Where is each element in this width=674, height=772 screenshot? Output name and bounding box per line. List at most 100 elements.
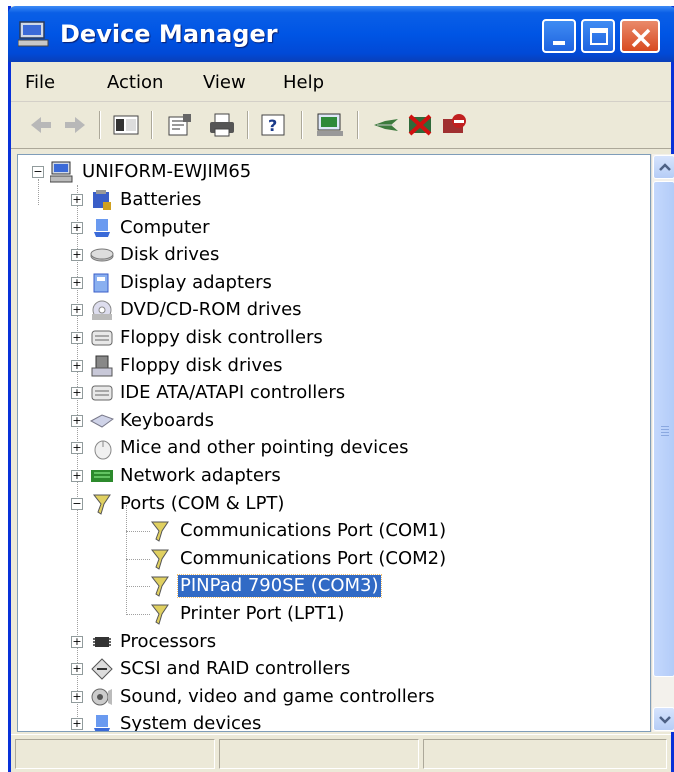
scroll-up-button[interactable] bbox=[653, 155, 674, 179]
print-icon[interactable] bbox=[207, 111, 237, 139]
scroll-thumb[interactable] bbox=[653, 181, 674, 677]
help-icon[interactable]: ? bbox=[259, 111, 289, 139]
status-pane bbox=[423, 739, 667, 769]
maximize-button[interactable] bbox=[581, 19, 615, 53]
network-adapter-icon bbox=[90, 464, 114, 488]
sound-icon bbox=[90, 685, 114, 709]
expand-toggle[interactable]: + bbox=[71, 718, 83, 731]
close-button[interactable] bbox=[620, 19, 660, 53]
tree-category-label: DVD/CD-ROM drives bbox=[120, 299, 302, 321]
computer-icon bbox=[49, 160, 74, 184]
system-device-icon bbox=[90, 712, 114, 731]
svg-text:?: ? bbox=[268, 116, 277, 135]
scan-hardware-icon[interactable] bbox=[315, 111, 345, 139]
update-driver-icon[interactable] bbox=[371, 111, 401, 139]
scroll-down-button[interactable] bbox=[653, 707, 674, 731]
tree-category-item[interactable]: + Network adapters bbox=[18, 463, 638, 489]
expand-toggle[interactable]: + bbox=[71, 249, 83, 262]
tree-port-item[interactable]: Printer Port (LPT1) bbox=[18, 601, 638, 627]
expand-toggle[interactable]: + bbox=[71, 221, 83, 234]
tree-root[interactable]: − UNIFORM-EWJIM65 bbox=[18, 159, 618, 185]
keyboard-icon bbox=[89, 409, 115, 433]
tree-port-item[interactable]: Communications Port (COM2) bbox=[18, 546, 638, 572]
expand-toggle[interactable]: + bbox=[71, 635, 83, 648]
disable-icon[interactable] bbox=[439, 111, 469, 139]
tree-category-item[interactable]: + System devices bbox=[18, 711, 638, 731]
menu-file[interactable]: File bbox=[25, 72, 55, 93]
tree-category-label: Mice and other pointing devices bbox=[120, 437, 409, 459]
expand-toggle[interactable]: + bbox=[71, 276, 83, 289]
tree-category-item[interactable]: + Batteries bbox=[18, 187, 638, 213]
selected-port-label: PINPad 790SE (COM3) bbox=[177, 574, 382, 599]
toolbar-separator bbox=[151, 111, 153, 139]
expand-toggle[interactable]: + bbox=[71, 690, 83, 703]
tree-category-item[interactable]: + Floppy disk controllers bbox=[18, 325, 638, 351]
tree-port-item[interactable]: Communications Port (COM1) bbox=[18, 518, 638, 544]
expand-toggle[interactable]: + bbox=[71, 359, 83, 372]
menu-view[interactable]: View bbox=[203, 72, 246, 93]
tree-port-label: Communications Port (COM1) bbox=[180, 520, 447, 542]
tree-category-label: Network adapters bbox=[120, 465, 281, 486]
tree-category-item[interactable]: + DVD/CD-ROM drives bbox=[18, 297, 638, 323]
tree-category-item[interactable]: + Sound, video and game controllers bbox=[18, 684, 638, 710]
computer-icon bbox=[90, 216, 114, 240]
vertical-scrollbar[interactable] bbox=[651, 154, 674, 732]
tree-category-label: SCSI and RAID controllers bbox=[120, 658, 351, 680]
tree-connector bbox=[126, 614, 150, 615]
tree-category-item[interactable]: + Mice and other pointing devices bbox=[18, 435, 638, 461]
controller-icon bbox=[90, 326, 114, 350]
tree-connector bbox=[126, 586, 150, 588]
expand-toggle[interactable]: + bbox=[71, 442, 83, 455]
title-bar[interactable]: Device Manager bbox=[8, 6, 674, 62]
tree-port-label: Communications Port (COM2) bbox=[180, 547, 447, 569]
tree-category-label: Computer bbox=[120, 216, 210, 238]
expand-toggle[interactable]: + bbox=[71, 387, 83, 400]
tree-category-label: Ports (COM & LPT) bbox=[120, 492, 285, 514]
tree-category-label: Display adapters bbox=[120, 271, 272, 293]
menu-bar: File Action View Help bbox=[11, 62, 671, 102]
expand-toggle[interactable]: + bbox=[71, 194, 83, 206]
tree-category-item[interactable]: + Processors bbox=[18, 629, 638, 655]
tree-port-item[interactable]: PINPad 790SE (COM3) bbox=[18, 573, 638, 599]
port-icon bbox=[148, 519, 172, 543]
show-hide-console-tree-icon[interactable] bbox=[111, 111, 141, 139]
expand-toggle[interactable]: + bbox=[71, 663, 83, 676]
tree-category-item[interactable]: + Floppy disk drives bbox=[18, 353, 638, 379]
device-manager-window: Device Manager File Action View Help ? −… bbox=[8, 6, 674, 772]
tree-category-label: Floppy disk drives bbox=[120, 354, 283, 376]
device-manager-icon bbox=[17, 20, 52, 48]
tree-category-label: Keyboards bbox=[120, 409, 214, 431]
port-icon bbox=[148, 547, 172, 571]
properties-icon[interactable] bbox=[165, 111, 195, 139]
expand-toggle[interactable]: + bbox=[71, 470, 83, 482]
port-icon bbox=[148, 574, 172, 598]
tree-category-item[interactable]: + Keyboards bbox=[18, 408, 638, 434]
mouse-icon bbox=[90, 436, 114, 460]
forward-arrow-icon[interactable] bbox=[61, 111, 91, 139]
tree-category-item[interactable]: + Disk drives bbox=[18, 242, 638, 268]
tree-category-label: IDE ATA/ATAPI controllers bbox=[120, 382, 346, 404]
status-pane bbox=[219, 739, 419, 769]
tree-category-item[interactable]: + IDE ATA/ATAPI controllers bbox=[18, 380, 638, 406]
tree-category-label: Batteries bbox=[120, 189, 202, 210]
collapse-toggle[interactable]: − bbox=[71, 497, 83, 510]
back-arrow-icon[interactable] bbox=[25, 111, 55, 139]
device-tree[interactable]: − UNIFORM-EWJIM65 + Batteries + Computer + Di… bbox=[17, 154, 651, 732]
tree-port-label: Printer Port (LPT1) bbox=[180, 603, 345, 624]
tree-category-item[interactable]: + SCSI and RAID controllers bbox=[18, 656, 638, 682]
minimize-button[interactable] bbox=[542, 19, 576, 53]
expand-toggle[interactable]: + bbox=[71, 414, 83, 427]
tree-category-item[interactable]: + Computer bbox=[18, 215, 638, 241]
tree-category-item[interactable]: − Ports (COM & LPT) bbox=[18, 491, 638, 517]
collapse-toggle[interactable]: − bbox=[32, 166, 44, 178]
tree-category-item[interactable]: + Display adapters bbox=[18, 270, 638, 296]
tree-category-label: Disk drives bbox=[120, 244, 220, 266]
expand-toggle[interactable]: + bbox=[71, 332, 83, 344]
expand-toggle[interactable]: + bbox=[71, 304, 83, 317]
status-bar bbox=[11, 734, 671, 772]
menu-action[interactable]: Action bbox=[107, 72, 163, 93]
uninstall-icon[interactable] bbox=[405, 111, 435, 139]
tree-category-label: Processors bbox=[120, 630, 217, 652]
tree-category-label: Floppy disk controllers bbox=[120, 327, 323, 348]
menu-help[interactable]: Help bbox=[283, 72, 324, 93]
